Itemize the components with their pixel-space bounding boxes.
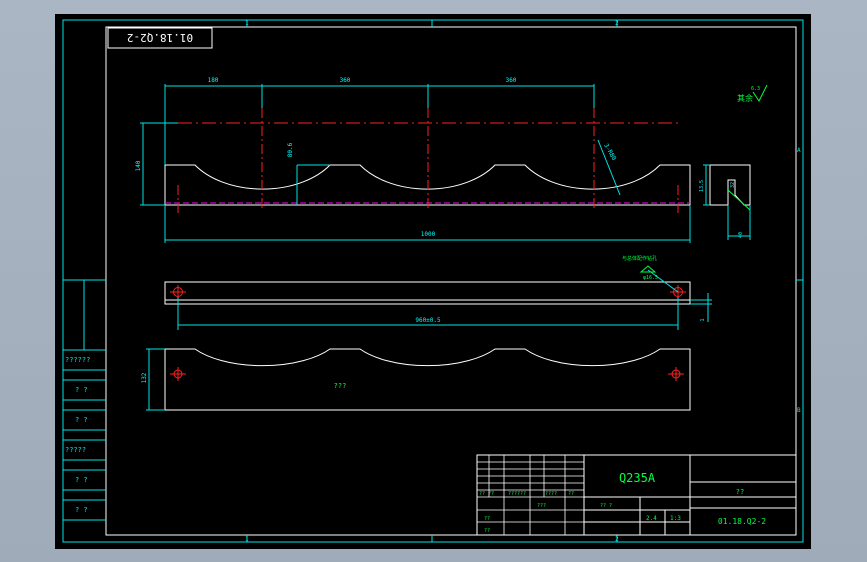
cad-viewport[interactable]: 1 2 1 2 A B 01.18.Q2-2 ?????? ? ? ? ? ??…: [0, 0, 867, 562]
dim-spacing-2: 360: [340, 77, 351, 84]
title-sign-3: ???: [537, 503, 546, 509]
dim-depth: 80.6: [287, 142, 294, 157]
left-label-6: ? ?: [75, 506, 88, 514]
left-label-4: ?????: [65, 446, 86, 454]
dim-bottom-height: 132: [141, 372, 148, 383]
cad-drawing: 1 2 1 2 A B 01.18.Q2-2 ?????? ? ? ? ? ??…: [55, 14, 811, 549]
roughness-value: 6.3: [751, 86, 760, 92]
dim-section-bottom: 40: [738, 232, 744, 238]
zone-bottom-1: 1: [245, 536, 249, 543]
left-label-1: ??????: [65, 356, 90, 364]
title-sign-1: ??: [484, 516, 490, 522]
zone-top-1: 1: [245, 20, 249, 27]
title-row-label-1: ?? ??: [479, 491, 494, 497]
hole-size: φ16.5: [643, 275, 658, 281]
title-drawing-no: 01.18.Q2-2: [718, 517, 766, 526]
dim-thickness: 1: [700, 318, 706, 321]
hole-note: 与总体配作钻孔: [622, 255, 657, 262]
dim-section-side: 13.5: [699, 180, 705, 192]
zone-top-2: 2: [615, 20, 619, 27]
title-scale-label: ?? ?: [600, 503, 612, 509]
title-part-name: ??: [736, 488, 744, 496]
zone-right-b: B: [797, 407, 801, 414]
title-material: Q235A: [619, 471, 656, 485]
dim-overall-length: 1000: [421, 231, 436, 238]
title-row-label-4: ??: [568, 491, 574, 497]
roughness-note: 其余: [737, 93, 753, 103]
dim-section-width: 32: [730, 182, 736, 188]
dim-height-left: 140: [135, 160, 142, 171]
zone-right-a: A: [797, 147, 801, 154]
dim-spacing-1: 180: [208, 77, 219, 84]
left-label-3: ? ?: [75, 416, 88, 424]
center-note: ???: [334, 382, 347, 390]
title-row-label-3: ????: [545, 491, 557, 497]
left-label-5: ? ?: [75, 476, 88, 484]
title-sheets: 2.4: [646, 515, 657, 522]
title-scale: 1:3: [670, 515, 681, 522]
title-stamp: 01.18.Q2-2: [127, 31, 193, 44]
zone-bottom-2: 2: [615, 536, 619, 543]
title-row-label-2: ??????: [508, 491, 526, 497]
dim-hole-spacing: 960±0.5: [415, 317, 441, 324]
dim-spacing-3: 360: [506, 77, 517, 84]
left-label-2: ? ?: [75, 386, 88, 394]
title-sign-2: ??: [484, 528, 490, 534]
